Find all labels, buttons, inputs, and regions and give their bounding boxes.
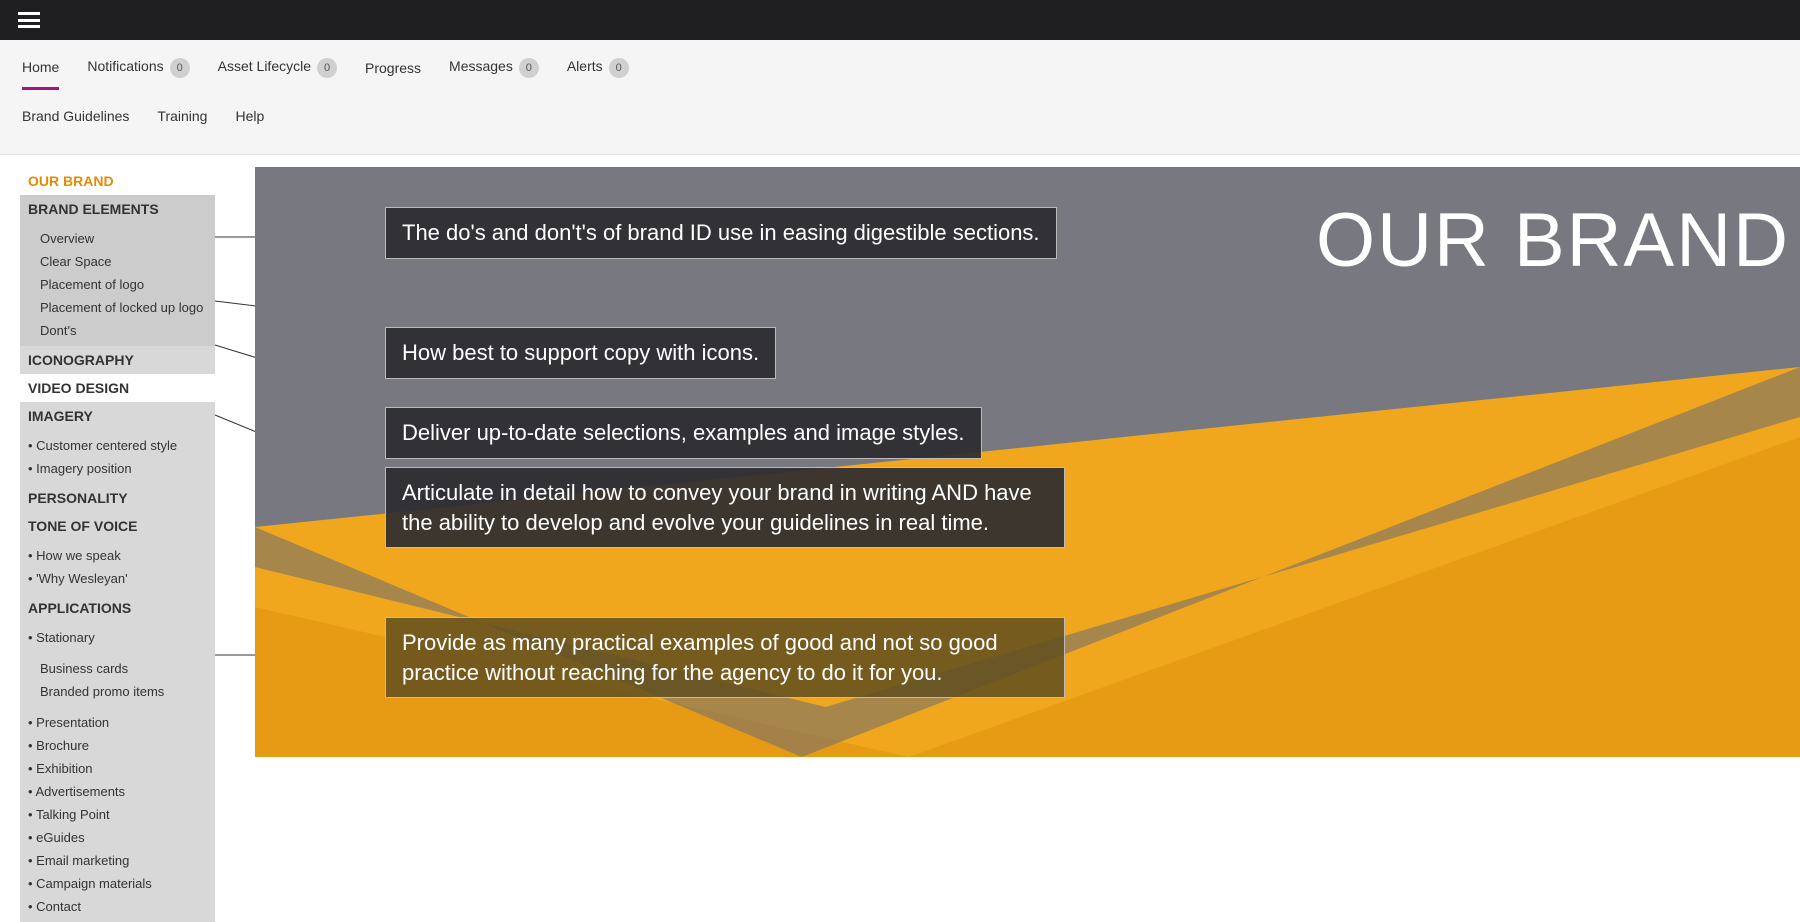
nav-item[interactable]: Brand Guidelines <box>22 108 129 136</box>
sidebar-heading[interactable]: IMAGERY <box>20 402 215 430</box>
nav-item[interactable]: Asset Lifecycle0 <box>218 58 337 90</box>
sidebar-group: How we speak'Why Wesleyan' <box>20 540 215 594</box>
nav-item[interactable]: Progress <box>365 60 421 88</box>
sidebar-item[interactable]: Exhibition <box>20 757 215 780</box>
sidebar-item[interactable]: Overview <box>20 227 215 250</box>
sidebar-heading[interactable]: VIDEO DESIGN <box>20 374 215 402</box>
nav-row-primary: Home Notifications0 Asset Lifecycle0 Progre… <box>22 58 1778 90</box>
sidebar-item[interactable]: Branded promo items <box>20 680 215 703</box>
sidebar-group: Customer centered styleImagery position <box>20 430 215 484</box>
sidebar-item[interactable]: Clear Space <box>20 250 215 273</box>
content: OUR BRANDBRAND ELEMENTSOverviewClear Spa… <box>0 155 1800 922</box>
sidebar-group: Business cardsBranded promo items <box>20 653 215 707</box>
nav-badge: 0 <box>170 58 190 78</box>
sidebar-item[interactable]: Campaign materials <box>20 872 215 895</box>
sidebar-group: Stationary <box>20 622 215 653</box>
nav-row-secondary: Brand Guidelines Training Help <box>22 108 1778 136</box>
sidebar-heading[interactable]: PERSONALITY <box>20 484 215 512</box>
sidebar-item[interactable]: Customer centered style <box>20 434 215 457</box>
sidebar-item[interactable]: Business cards <box>20 657 215 680</box>
top-bar <box>0 0 1800 40</box>
sidebar-item[interactable]: Contact <box>20 895 215 918</box>
sidebar-item[interactable]: Placement of locked up logo <box>20 296 215 319</box>
nav-item[interactable]: Home <box>22 59 59 90</box>
callout-5: Provide as many practical examples of go… <box>385 617 1065 698</box>
nav-badge: 0 <box>609 58 629 78</box>
sidebar-heading[interactable]: TONE OF VOICE <box>20 512 215 540</box>
hero-panel: OUR BRAND The do's and don't's of brand … <box>255 167 1800 757</box>
sidebar-heading[interactable]: BRAND ELEMENTS <box>20 195 215 223</box>
nav-badge: 0 <box>317 58 337 78</box>
sidebar-item[interactable]: Advertisements <box>20 780 215 803</box>
sidebar-item[interactable]: 'Why Wesleyan' <box>20 567 215 590</box>
sidebar-item[interactable]: Stationary <box>20 626 215 649</box>
sidebar-group: OverviewClear SpacePlacement of logoPlac… <box>20 223 215 346</box>
hamburger-icon[interactable] <box>18 12 40 28</box>
sidebar: OUR BRANDBRAND ELEMENTSOverviewClear Spa… <box>20 167 215 922</box>
sidebar-item[interactable]: Presentation <box>20 711 215 734</box>
sidebar-heading[interactable]: OUR BRAND <box>20 167 215 195</box>
callout-1: The do's and don't's of brand ID use in … <box>385 207 1057 259</box>
callout-2: How best to support copy with icons. <box>385 327 776 379</box>
nav-item[interactable]: Help <box>235 108 264 136</box>
sidebar-item[interactable]: Brochure <box>20 734 215 757</box>
sidebar-item[interactable]: Email marketing <box>20 849 215 872</box>
sidebar-item[interactable]: Imagery position <box>20 457 215 480</box>
sidebar-item[interactable]: Talking Point <box>20 803 215 826</box>
sidebar-item[interactable]: How we speak <box>20 544 215 567</box>
sidebar-item[interactable]: Placement of logo <box>20 273 215 296</box>
sidebar-item[interactable]: eGuides <box>20 826 215 849</box>
main-nav: Home Notifications0 Asset Lifecycle0 Progre… <box>0 40 1800 155</box>
callout-3: Deliver up-to-date selections, examples … <box>385 407 982 459</box>
nav-item[interactable]: Alerts0 <box>567 58 629 90</box>
sidebar-heading[interactable]: APPLICATIONS <box>20 594 215 622</box>
sidebar-item[interactable]: Dont's <box>20 319 215 342</box>
nav-badge: 0 <box>519 58 539 78</box>
nav-item[interactable]: Messages0 <box>449 58 539 90</box>
nav-item[interactable]: Notifications0 <box>87 58 189 90</box>
hero-title: OUR BRAND <box>1316 197 1790 284</box>
callout-4: Articulate in detail how to convey your … <box>385 467 1065 548</box>
nav-item[interactable]: Training <box>157 108 207 136</box>
sidebar-group: PresentationBrochureExhibitionAdvertisem… <box>20 707 215 922</box>
sidebar-heading[interactable]: ICONOGRAPHY <box>20 346 215 374</box>
